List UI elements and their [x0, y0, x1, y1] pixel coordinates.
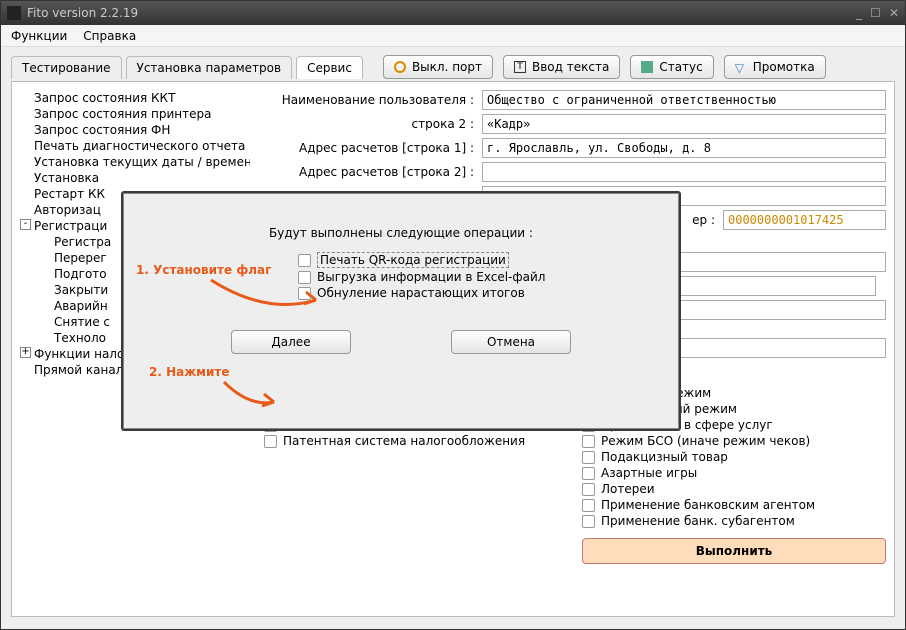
- addr1-field[interactable]: [482, 138, 886, 158]
- scroll-button[interactable]: ▽Промотка: [724, 55, 826, 79]
- serial-field[interactable]: [723, 210, 886, 230]
- text-input-button[interactable]: TВвод текста: [503, 55, 620, 79]
- minimize-icon[interactable]: _: [856, 6, 862, 20]
- titlebar: Fito version 2.2.19 _ ☐ ✕: [1, 1, 905, 25]
- tab-params[interactable]: Установка параметров: [126, 56, 293, 79]
- mode-checkbox: Применение банковским агентом: [582, 498, 886, 512]
- addr2-field[interactable]: [482, 162, 886, 182]
- tree-item[interactable]: Запрос состояния ФН: [20, 122, 250, 138]
- off-port-button[interactable]: Выкл. порт: [383, 55, 493, 79]
- power-icon: [394, 61, 406, 73]
- menu-help[interactable]: Справка: [83, 29, 136, 43]
- menubar: Функции Справка: [1, 25, 905, 47]
- window-title: Fito version 2.2.19: [27, 6, 856, 20]
- line2-label: строка 2 :: [264, 117, 474, 131]
- line2-field[interactable]: [482, 114, 886, 134]
- expand-icon[interactable]: +: [20, 347, 31, 358]
- mode-checkbox: Азартные игры: [582, 466, 886, 480]
- scroll-icon: ▽: [735, 61, 747, 73]
- user-field[interactable]: [482, 90, 886, 110]
- qr-print-checkbox: Печать QR-кода регистрации: [298, 252, 664, 268]
- app-window: Fito version 2.2.19 _ ☐ ✕ Функции Справк…: [0, 0, 906, 630]
- operations-dialog: Будут выполнены следующие операции : Печ…: [123, 193, 679, 429]
- menu-functions[interactable]: Функции: [11, 29, 67, 43]
- mode-checkbox: Режим БСО (иначе режим чеков): [582, 434, 886, 448]
- mode-checkbox: Применение банк. субагентом: [582, 514, 886, 528]
- tab-service[interactable]: Сервис: [296, 56, 363, 79]
- tab-testing[interactable]: Тестирование: [11, 56, 122, 79]
- close-icon[interactable]: ✕: [889, 6, 899, 20]
- tax-checkbox: Патентная система налогообложения: [264, 434, 568, 448]
- cancel-button[interactable]: Отмена: [451, 330, 571, 354]
- tree-item[interactable]: Установка: [20, 170, 250, 186]
- reset-totals-checkbox: Обнуление нарастающих итогов: [298, 286, 664, 300]
- mode-checkbox: Подакцизный товар: [582, 450, 886, 464]
- addr1-label: Адрес расчетов [строка 1] :: [264, 141, 474, 155]
- maximize-icon[interactable]: ☐: [870, 6, 881, 20]
- dialog-prompt: Будут выполнены следующие операции :: [138, 226, 664, 240]
- excel-export-checkbox: Выгрузка информации в Excel-файл: [298, 270, 664, 284]
- collapse-icon[interactable]: -: [20, 219, 31, 230]
- execute-button[interactable]: Выполнить: [582, 538, 886, 564]
- status-icon: [641, 61, 653, 73]
- mode-checkbox: Лотереи: [582, 482, 886, 496]
- tree-item[interactable]: Запрос состояния принтера: [20, 106, 250, 122]
- text-icon: T: [514, 61, 526, 73]
- status-button[interactable]: Статус: [630, 55, 713, 79]
- tree-item[interactable]: Печать диагностического отчета: [20, 138, 250, 154]
- tree-item[interactable]: Запрос состояния ККТ: [20, 90, 250, 106]
- addr2-label: Адрес расчетов [строка 2] :: [264, 165, 474, 179]
- user-label: Наименование пользователя :: [264, 93, 474, 107]
- app-icon: [7, 6, 21, 20]
- tree-item[interactable]: Установка текущих даты / времени: [20, 154, 250, 170]
- next-button[interactable]: Далее: [231, 330, 351, 354]
